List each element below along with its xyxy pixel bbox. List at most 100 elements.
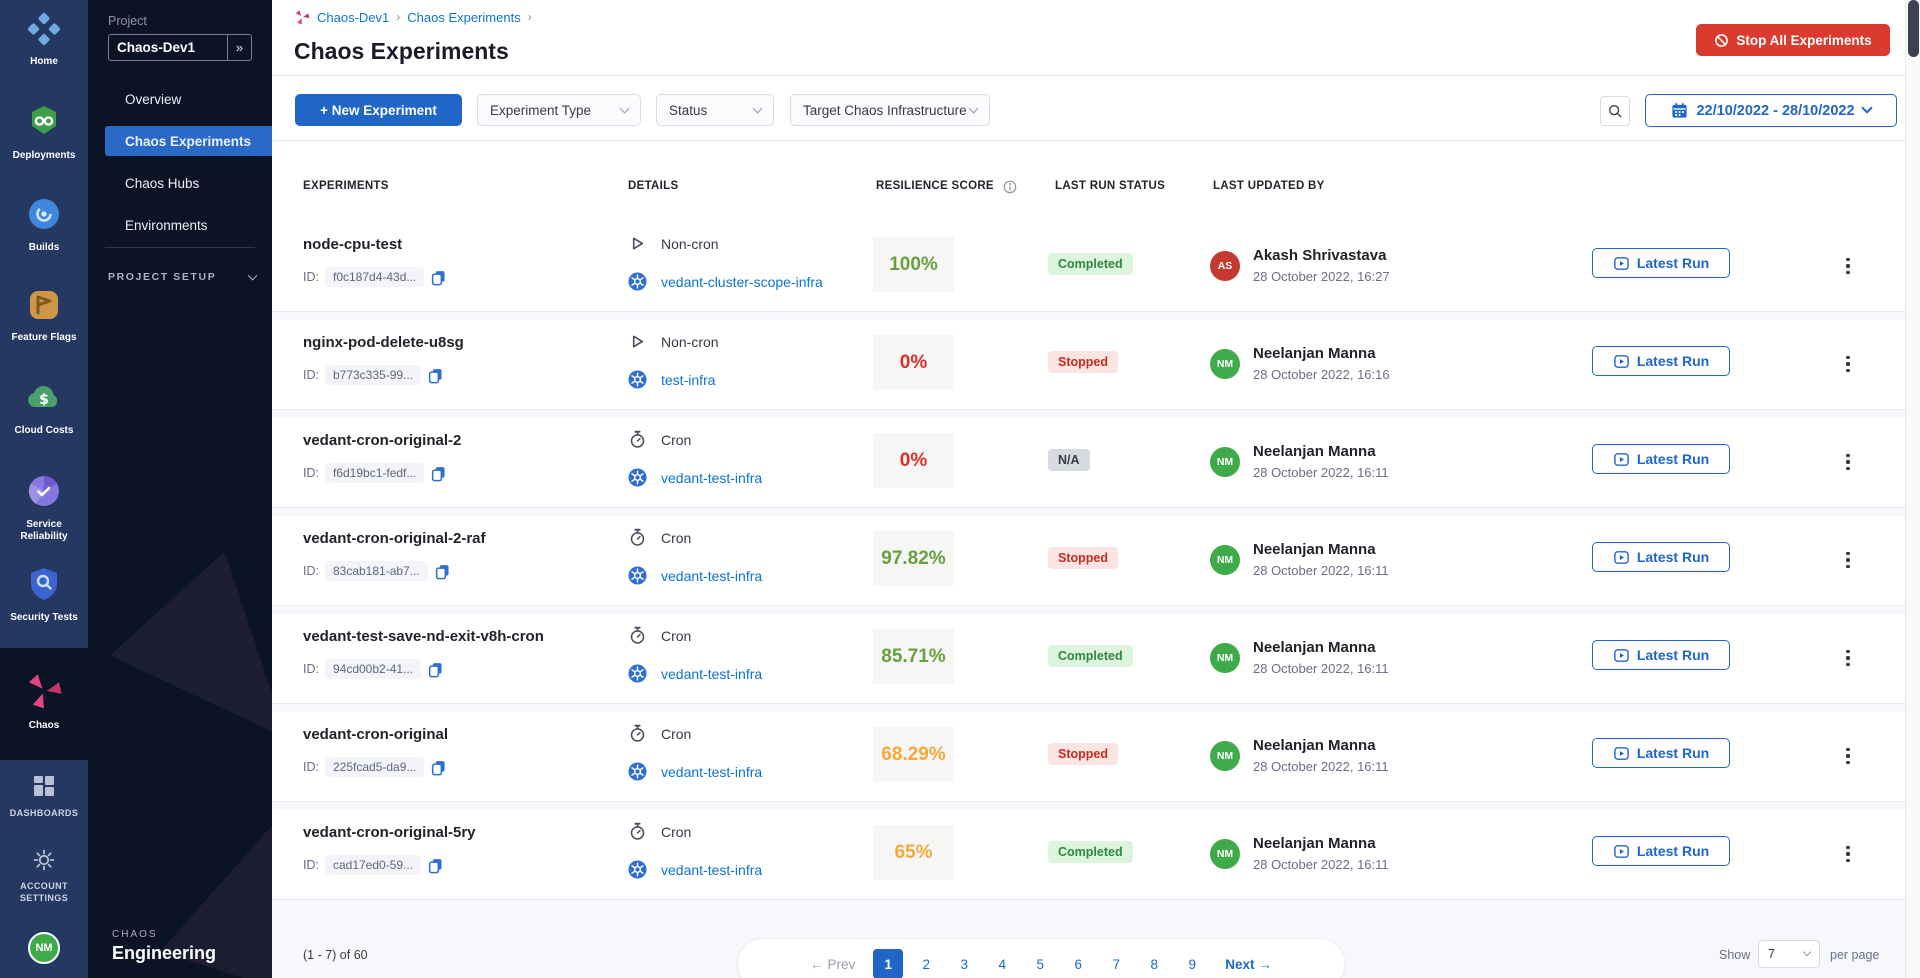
infrastructure-link[interactable]: test-infra — [661, 372, 715, 388]
experiment-type-filter[interactable]: Experiment Type — [477, 94, 641, 126]
run-play-icon — [1613, 255, 1630, 272]
kebab-menu[interactable] — [1838, 349, 1858, 379]
vertical-scrollbar[interactable] — [1905, 0, 1920, 978]
user-avatar: NM — [1210, 349, 1240, 379]
experiment-row: vedant-cron-original-2-raf ID: 83cab181-… — [272, 516, 1905, 606]
page-number-3[interactable]: 3 — [949, 949, 979, 978]
infrastructure-link[interactable]: vedant-test-infra — [661, 666, 762, 682]
page-number-2[interactable]: 2 — [911, 949, 941, 978]
experiment-name[interactable]: vedant-cron-original-2-raf — [303, 530, 486, 547]
nav-item-environments[interactable]: Environments — [88, 210, 272, 240]
schedule-type: Non-cron — [661, 236, 719, 252]
page-number-6[interactable]: 6 — [1063, 949, 1093, 978]
copy-icon[interactable] — [430, 269, 447, 286]
kubernetes-icon — [628, 762, 647, 781]
page-number-8[interactable]: 8 — [1139, 949, 1169, 978]
kebab-menu[interactable] — [1838, 447, 1858, 477]
copy-icon[interactable] — [430, 465, 447, 482]
page-number-7[interactable]: 7 — [1101, 949, 1131, 978]
deployments-icon — [26, 104, 62, 145]
status-badge: Completed — [1048, 841, 1133, 863]
page-number-5[interactable]: 5 — [1025, 949, 1055, 978]
latest-run-button[interactable]: Latest Run — [1592, 640, 1730, 670]
nav-item-chaos-hubs[interactable]: Chaos Hubs — [88, 168, 272, 198]
sidebar-item-security-tests[interactable]: Security Tests — [0, 566, 88, 624]
latest-run-button[interactable]: Latest Run — [1592, 444, 1730, 474]
kebab-menu[interactable] — [1838, 643, 1858, 673]
main-content: Chaos-Dev1 › Chaos Experiments › Chaos E… — [272, 0, 1905, 978]
kebab-menu[interactable] — [1838, 545, 1858, 575]
infrastructure-link[interactable]: vedant-test-infra — [661, 764, 762, 780]
rail-label: Feature Flags — [7, 332, 80, 344]
infrastructure-link[interactable]: vedant-test-infra — [661, 862, 762, 878]
nav-item-overview[interactable]: Overview — [88, 84, 272, 114]
copy-icon[interactable] — [427, 367, 444, 384]
search-button[interactable] — [1600, 96, 1630, 126]
kebab-menu[interactable] — [1838, 839, 1858, 869]
infrastructure-link[interactable]: vedant-test-infra — [661, 470, 762, 486]
latest-run-button[interactable]: Latest Run — [1592, 346, 1730, 376]
scrollbar-thumb[interactable] — [1908, 0, 1919, 57]
sidebar-item-builds[interactable]: Builds — [0, 196, 88, 254]
experiment-name[interactable]: nginx-pod-delete-u8sg — [303, 334, 464, 351]
sidebar-item-cloud-costs[interactable]: $ Cloud Costs — [0, 381, 88, 437]
expand-project-icon[interactable]: » — [227, 35, 251, 60]
sidebar-item-feature-flags[interactable]: Feature Flags — [0, 288, 88, 344]
schedule-type: Cron — [661, 530, 691, 546]
latest-run-label: Latest Run — [1637, 549, 1709, 565]
latest-run-label: Latest Run — [1637, 843, 1709, 859]
page-number-9[interactable]: 9 — [1177, 949, 1207, 978]
status-badge: Completed — [1048, 645, 1133, 667]
resilience-score-box: 65% — [873, 825, 954, 880]
prev-page-button[interactable]: ← Prev — [810, 957, 855, 972]
sidebar-item-account-settings[interactable]: ACCOUNT SETTINGS — [0, 849, 88, 904]
sidebar-item-dashboards[interactable]: DASHBOARDS — [0, 774, 88, 820]
experiment-name[interactable]: vedant-test-save-nd-exit-v8h-cron — [303, 628, 544, 645]
user-avatar: NM — [1210, 839, 1240, 869]
project-selector[interactable]: Chaos-Dev1 » — [108, 34, 252, 61]
chevron-down-icon — [248, 270, 258, 280]
kebab-menu[interactable] — [1838, 741, 1858, 771]
breadcrumb-project-link[interactable]: Chaos-Dev1 — [317, 10, 389, 25]
stop-all-experiments-button[interactable]: Stop All Experiments — [1696, 24, 1890, 56]
latest-run-button[interactable]: Latest Run — [1592, 248, 1730, 278]
copy-icon[interactable] — [427, 857, 444, 874]
date-range-picker[interactable]: 22/10/2022 - 28/10/2022 — [1645, 94, 1897, 127]
gear-icon — [33, 849, 55, 876]
status-filter[interactable]: Status — [656, 94, 774, 126]
project-setup-toggle[interactable]: PROJECT SETUP — [108, 271, 256, 283]
sidebar-item-home[interactable]: Home — [0, 12, 88, 68]
experiment-name[interactable]: vedant-cron-original-5ry — [303, 824, 476, 841]
target-infrastructure-filter[interactable]: Target Chaos Infrastructure — [790, 94, 990, 126]
user-avatar: AS — [1210, 251, 1240, 281]
user-avatar: NM — [1210, 741, 1240, 771]
infrastructure-link[interactable]: vedant-cluster-scope-infra — [661, 274, 823, 290]
breadcrumb-page-link[interactable]: Chaos Experiments — [407, 10, 520, 25]
latest-run-button[interactable]: Latest Run — [1592, 836, 1730, 866]
sidebar-item-chaos[interactable]: Chaos — [0, 672, 88, 732]
page-number-1[interactable]: 1 — [873, 949, 903, 978]
latest-run-button[interactable]: Latest Run — [1592, 738, 1730, 768]
sidebar-item-service-reliability[interactable]: Service Reliability — [0, 473, 88, 543]
page-size-select[interactable]: 7 — [1758, 940, 1820, 968]
next-page-button[interactable]: Next → — [1225, 957, 1272, 972]
latest-run-button[interactable]: Latest Run — [1592, 542, 1730, 572]
sidebar-item-deployments[interactable]: Deployments — [0, 104, 88, 162]
copy-icon[interactable] — [427, 661, 444, 678]
infrastructure-link[interactable]: vedant-test-infra — [661, 568, 762, 584]
page-number-4[interactable]: 4 — [987, 949, 1017, 978]
new-experiment-button[interactable]: + New Experiment — [295, 94, 462, 126]
user-avatar[interactable]: NM — [28, 932, 60, 964]
harness-home-icon — [27, 12, 61, 51]
copy-icon[interactable] — [430, 759, 447, 776]
svg-text:$: $ — [39, 392, 49, 408]
experiment-row: vedant-cron-original-5ry ID: cad17ed0-59… — [272, 810, 1905, 900]
experiment-name[interactable]: vedant-cron-original — [303, 726, 448, 743]
nav-item-chaos-experiments[interactable]: Chaos Experiments — [105, 126, 272, 156]
experiment-name[interactable]: vedant-cron-original-2 — [303, 432, 461, 449]
info-icon[interactable] — [1003, 180, 1017, 197]
id-label: ID: — [303, 564, 319, 578]
copy-icon[interactable] — [434, 563, 451, 580]
experiment-name[interactable]: node-cpu-test — [303, 236, 402, 253]
kebab-menu[interactable] — [1838, 251, 1858, 281]
